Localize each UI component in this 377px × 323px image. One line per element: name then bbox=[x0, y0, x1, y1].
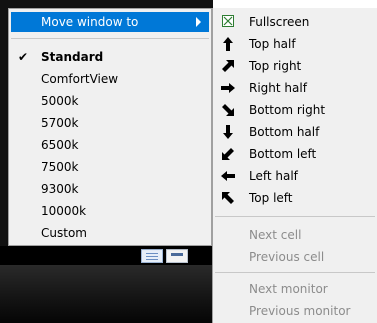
arrow-down-icon bbox=[219, 123, 237, 141]
arrow-left-icon bbox=[219, 167, 237, 185]
menu-item-move-window[interactable]: Move window to bbox=[11, 12, 209, 32]
submenu-item-previous-monitor[interactable]: Previous monitor bbox=[213, 300, 377, 322]
submenu-arrow-icon bbox=[196, 17, 201, 27]
menu-item-label: 6500k bbox=[41, 138, 79, 152]
menu-item-label: 10000k bbox=[41, 204, 87, 218]
checkmark-icon: ✔ bbox=[18, 50, 29, 64]
submenu-item-label: Fullscreen bbox=[249, 15, 310, 29]
submenu-item-label: Top left bbox=[249, 191, 293, 205]
submenu-item-label: Next monitor bbox=[249, 282, 328, 296]
submenu-item-label: Left half bbox=[249, 169, 298, 183]
menu-item-9300k[interactable]: 9300k bbox=[11, 178, 209, 200]
submenu-item-label: Bottom half bbox=[249, 125, 320, 139]
submenu-item-top-left[interactable]: Top left bbox=[213, 187, 377, 209]
menu-item-label: 5000k bbox=[41, 94, 79, 108]
arrow-right-icon bbox=[219, 79, 237, 97]
submenu-item-previous-cell[interactable]: Previous cell bbox=[213, 246, 377, 268]
submenu-item-left-half[interactable]: Left half bbox=[213, 165, 377, 187]
list-view-icon[interactable] bbox=[141, 249, 163, 263]
fullscreen-icon bbox=[222, 15, 234, 27]
submenu-item-next-monitor[interactable]: Next monitor bbox=[213, 278, 377, 300]
arrow-down-right-icon bbox=[219, 101, 237, 119]
submenu-item-bottom-right[interactable]: Bottom right bbox=[213, 99, 377, 121]
submenu-item-top-half[interactable]: Top half bbox=[213, 33, 377, 55]
submenu-item-label: Previous monitor bbox=[249, 304, 351, 318]
menu-item-label: ComfortView bbox=[41, 72, 119, 86]
menu-item-label: 5700k bbox=[41, 116, 79, 130]
submenu-item-fullscreen[interactable]: Fullscreen bbox=[213, 11, 377, 33]
submenu-item-label: Bottom right bbox=[249, 103, 326, 117]
menu-item-label: 9300k bbox=[41, 182, 79, 196]
submenu-item-next-cell[interactable]: Next cell bbox=[213, 224, 377, 246]
submenu-separator bbox=[215, 272, 375, 273]
window-view-icon[interactable] bbox=[166, 249, 188, 263]
arrow-up-left-icon bbox=[219, 189, 237, 207]
submenu-separator bbox=[215, 216, 375, 217]
menu-item-standard[interactable]: ✔ Standard bbox=[11, 46, 209, 68]
menu-item-label: Standard bbox=[41, 50, 104, 64]
menu-item-7500k[interactable]: 7500k bbox=[11, 156, 209, 178]
arrow-down-left-icon bbox=[219, 145, 237, 163]
menu-separator bbox=[11, 38, 209, 39]
menu-item-label: 7500k bbox=[41, 160, 79, 174]
menu-item-label: Move window to bbox=[41, 15, 139, 29]
submenu-item-label: Bottom left bbox=[249, 147, 317, 161]
move-window-submenu: Fullscreen Top half Top right Right half… bbox=[212, 8, 377, 323]
menu-item-label: Custom bbox=[41, 226, 87, 240]
submenu-item-label: Next cell bbox=[249, 228, 302, 242]
submenu-item-label: Top half bbox=[249, 37, 296, 51]
menu-item-6500k[interactable]: 6500k bbox=[11, 134, 209, 156]
menu-item-5700k[interactable]: 5700k bbox=[11, 112, 209, 134]
submenu-item-label: Top right bbox=[249, 59, 302, 73]
submenu-item-right-half[interactable]: Right half bbox=[213, 77, 377, 99]
menu-item-5000k[interactable]: 5000k bbox=[11, 90, 209, 112]
submenu-item-bottom-half[interactable]: Bottom half bbox=[213, 121, 377, 143]
submenu-item-label: Previous cell bbox=[249, 250, 325, 264]
submenu-item-bottom-left[interactable]: Bottom left bbox=[213, 143, 377, 165]
arrow-up-icon bbox=[219, 35, 237, 53]
submenu-item-label: Right half bbox=[249, 81, 307, 95]
arrow-up-right-icon bbox=[219, 57, 237, 75]
menu-item-comfortview[interactable]: ComfortView bbox=[11, 68, 209, 90]
menu-item-custom[interactable]: Custom bbox=[11, 222, 209, 244]
menu-item-10000k[interactable]: 10000k bbox=[11, 200, 209, 222]
submenu-item-top-right[interactable]: Top right bbox=[213, 55, 377, 77]
context-menu: Move window to ✔ Standard ComfortView 50… bbox=[8, 8, 212, 246]
background-image-area bbox=[0, 265, 213, 323]
